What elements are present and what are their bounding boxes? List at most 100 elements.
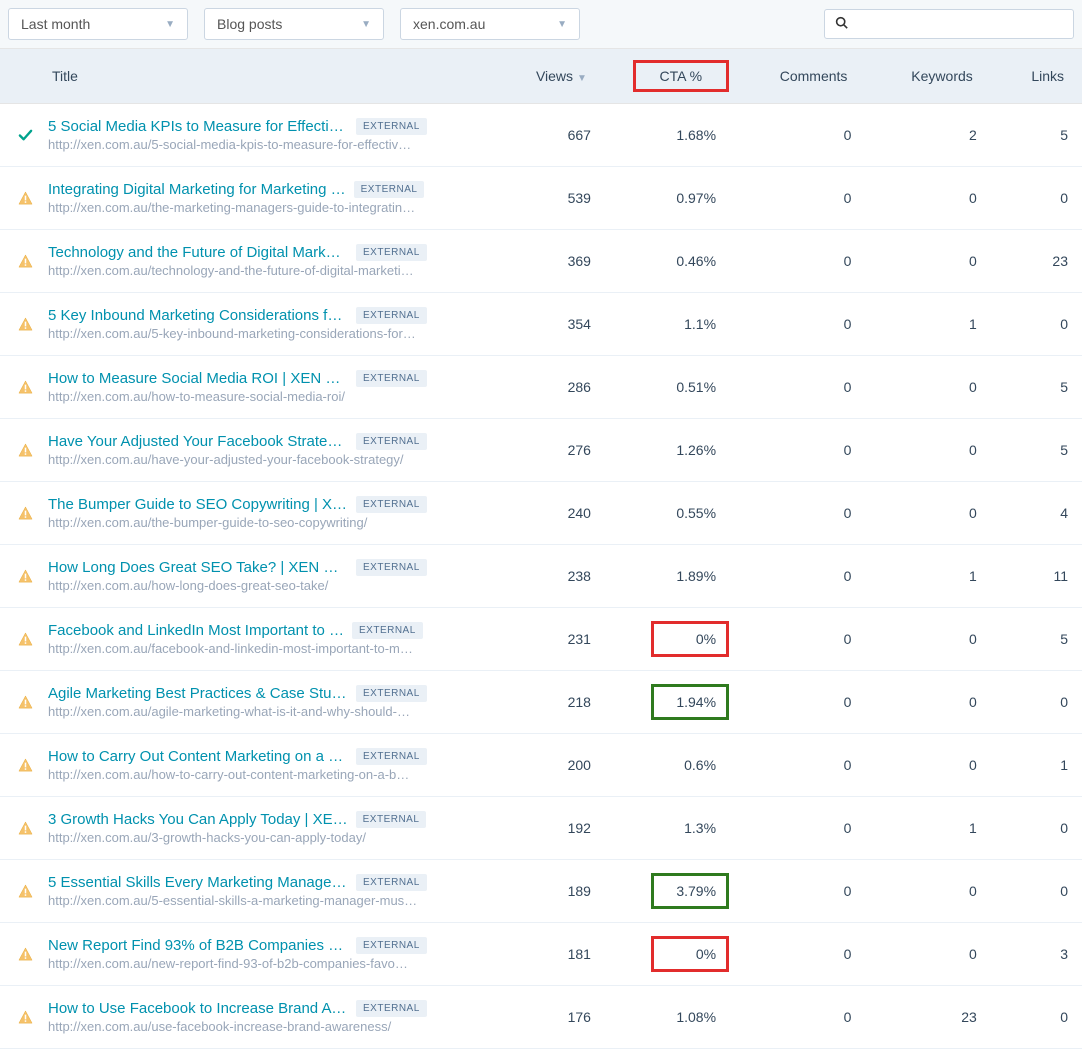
date-range-select[interactable]: Last month ▼ <box>8 8 188 40</box>
table-row: 5 Social Media KPIs to Measure for Effec… <box>0 104 1082 167</box>
col-title[interactable]: Title <box>0 49 502 104</box>
cta-cell: 1.68% <box>605 104 740 167</box>
title-cell: How Long Does Great SEO Take? | XEN Sys…… <box>0 545 502 607</box>
url-text: http://xen.com.au/3-growth-hacks-you-can… <box>48 830 418 845</box>
links-cell[interactable]: 23 <box>991 230 1082 293</box>
links-cell: 0 <box>991 671 1082 734</box>
links-cell[interactable]: 5 <box>991 419 1082 482</box>
external-badge: EXTERNAL <box>356 433 427 450</box>
title-link[interactable]: The Bumper Guide to SEO Copywriting | XE… <box>48 496 348 513</box>
search-input[interactable] <box>856 16 1063 32</box>
table-row: New Report Find 93% of B2B Companies F… E… <box>0 923 1082 986</box>
cta-cell: 3.79% <box>605 860 740 923</box>
links-cell[interactable]: 3 <box>991 923 1082 986</box>
title-link[interactable]: How to Carry Out Content Marketing on a … <box>48 748 348 765</box>
col-cta[interactable]: CTA % <box>605 49 740 104</box>
title-cell: Technology and the Future of Digital Mar… <box>0 230 502 292</box>
warning-icon <box>16 254 34 269</box>
views-cell: 369 <box>502 230 605 293</box>
comments-cell: 0 <box>740 860 865 923</box>
warning-icon <box>16 191 34 206</box>
external-badge: EXTERNAL <box>356 118 427 135</box>
views-cell: 189 <box>502 860 605 923</box>
title-link[interactable]: 5 Essential Skills Every Marketing Manag… <box>48 874 348 891</box>
col-keywords[interactable]: Keywords <box>865 49 990 104</box>
check-icon <box>16 128 34 143</box>
title-link[interactable]: New Report Find 93% of B2B Companies F… <box>48 937 348 954</box>
keywords-cell[interactable]: 23 <box>865 986 990 1049</box>
url-text: http://xen.com.au/facebook-and-linkedin-… <box>48 641 418 656</box>
title-link[interactable]: Agile Marketing Best Practices & Case St… <box>48 685 348 702</box>
links-cell[interactable]: 5 <box>991 104 1082 167</box>
links-cell[interactable]: 11 <box>991 545 1082 608</box>
title-link[interactable]: 5 Social Media KPIs to Measure for Effec… <box>48 118 348 135</box>
url-text: http://xen.com.au/5-key-inbound-marketin… <box>48 326 418 341</box>
col-comments[interactable]: Comments <box>740 49 865 104</box>
views-cell: 176 <box>502 986 605 1049</box>
title-cell: 3 Growth Hacks You Can Apply Today | XE…… <box>0 797 502 859</box>
url-text: http://xen.com.au/agile-marketing-what-i… <box>48 704 418 719</box>
table-row: Have Your Adjusted Your Facebook Strateg… <box>0 419 1082 482</box>
comments-cell: 0 <box>740 986 865 1049</box>
title-link[interactable]: Integrating Digital Marketing for Market… <box>48 181 346 198</box>
keywords-cell[interactable]: 1 <box>865 293 990 356</box>
col-views[interactable]: Views▼ <box>502 49 605 104</box>
links-cell[interactable]: 5 <box>991 356 1082 419</box>
table-row: How Long Does Great SEO Take? | XEN Sys…… <box>0 545 1082 608</box>
domain-label: xen.com.au <box>413 16 485 32</box>
cta-cell: 1.94% <box>605 671 740 734</box>
links-cell[interactable]: 1 <box>991 734 1082 797</box>
table-row: How to Carry Out Content Marketing on a … <box>0 734 1082 797</box>
comments-cell: 0 <box>740 482 865 545</box>
keywords-cell: 0 <box>865 419 990 482</box>
keywords-cell[interactable]: 2 <box>865 104 990 167</box>
url-text: http://xen.com.au/5-social-media-kpis-to… <box>48 137 418 152</box>
title-link[interactable]: Have Your Adjusted Your Facebook Strateg… <box>48 433 348 450</box>
url-text: http://xen.com.au/the-marketing-managers… <box>48 200 418 215</box>
links-cell[interactable]: 5 <box>991 608 1082 671</box>
external-badge: EXTERNAL <box>356 874 427 891</box>
external-badge: EXTERNAL <box>356 937 427 954</box>
content-type-label: Blog posts <box>217 16 282 32</box>
comments-cell: 0 <box>740 671 865 734</box>
url-text: http://xen.com.au/5-essential-skills-a-m… <box>48 893 418 908</box>
external-badge: EXTERNAL <box>352 622 423 639</box>
keywords-cell[interactable]: 1 <box>865 545 990 608</box>
keywords-cell: 0 <box>865 923 990 986</box>
warning-icon <box>16 821 34 836</box>
table-row: How to Use Facebook to Increase Brand Aw… <box>0 986 1082 1049</box>
cta-cell: 0.51% <box>605 356 740 419</box>
external-badge: EXTERNAL <box>356 748 427 765</box>
col-links[interactable]: Links <box>991 49 1082 104</box>
cta-cell: 1.3% <box>605 797 740 860</box>
title-cell: 5 Social Media KPIs to Measure for Effec… <box>0 104 502 166</box>
views-cell: 231 <box>502 608 605 671</box>
cta-cell: 0.97% <box>605 167 740 230</box>
views-cell: 539 <box>502 167 605 230</box>
url-text: http://xen.com.au/have-your-adjusted-you… <box>48 452 418 467</box>
title-link[interactable]: 3 Growth Hacks You Can Apply Today | XE… <box>48 811 348 828</box>
search-box[interactable] <box>824 9 1074 39</box>
title-cell: 5 Essential Skills Every Marketing Manag… <box>0 860 502 922</box>
title-link[interactable]: 5 Key Inbound Marketing Considerations f… <box>48 307 348 324</box>
cta-cell: 1.08% <box>605 986 740 1049</box>
title-link[interactable]: Technology and the Future of Digital Mar… <box>48 244 348 261</box>
links-cell[interactable]: 4 <box>991 482 1082 545</box>
domain-select[interactable]: xen.com.au ▼ <box>400 8 580 40</box>
content-type-select[interactable]: Blog posts ▼ <box>204 8 384 40</box>
url-text: http://xen.com.au/the-bumper-guide-to-se… <box>48 515 418 530</box>
title-cell: The Bumper Guide to SEO Copywriting | XE… <box>0 482 502 544</box>
table-row: 5 Essential Skills Every Marketing Manag… <box>0 860 1082 923</box>
title-link[interactable]: Facebook and LinkedIn Most Important to … <box>48 622 344 639</box>
comments-cell: 0 <box>740 545 865 608</box>
title-link[interactable]: How to Use Facebook to Increase Brand Aw… <box>48 1000 348 1017</box>
keywords-cell[interactable]: 1 <box>865 797 990 860</box>
comments-cell: 0 <box>740 104 865 167</box>
table-row: Facebook and LinkedIn Most Important to … <box>0 608 1082 671</box>
comments-cell: 0 <box>740 419 865 482</box>
warning-icon <box>16 758 34 773</box>
table-row: 3 Growth Hacks You Can Apply Today | XE…… <box>0 797 1082 860</box>
title-link[interactable]: How Long Does Great SEO Take? | XEN Sys… <box>48 559 348 576</box>
warning-icon <box>16 569 34 584</box>
title-link[interactable]: How to Measure Social Media ROI | XEN Sy… <box>48 370 348 387</box>
